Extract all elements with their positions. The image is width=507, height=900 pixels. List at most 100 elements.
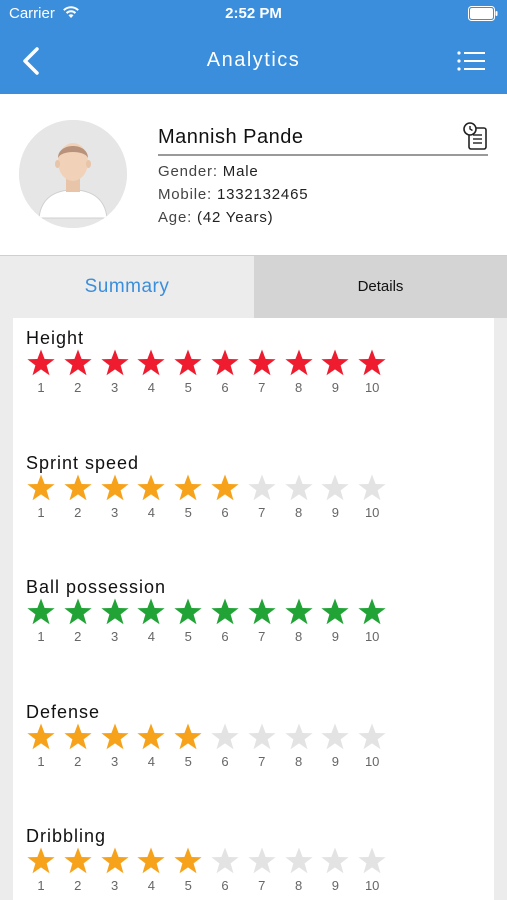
star-number: 1 — [37, 753, 45, 769]
star-cell[interactable]: 4 — [133, 846, 169, 900]
star-cell[interactable]: 7 — [244, 846, 280, 900]
star-rating[interactable]: 1 2 3 4 5 6 7 8 9 10 — [23, 722, 403, 792]
tab-summary[interactable]: Summary — [0, 256, 254, 318]
gender-row: Gender: Male — [158, 163, 259, 180]
star-empty-icon — [284, 847, 313, 874]
star-cell[interactable]: 6 — [207, 722, 243, 792]
document-clock-icon[interactable] — [462, 121, 490, 151]
skill-rating-row: Height 1 2 3 4 5 6 7 8 9 10 — [13, 328, 494, 438]
star-cell[interactable]: 7 — [244, 348, 280, 418]
star-cell[interactable]: 1 — [23, 348, 59, 418]
star-filled-icon — [211, 349, 239, 376]
star-cell[interactable]: 3 — [97, 597, 133, 667]
skill-rating-row: Sprint speed 1 2 3 4 5 6 7 8 9 10 — [13, 453, 494, 563]
star-cell[interactable]: 4 — [133, 722, 169, 792]
star-cell[interactable]: 2 — [60, 473, 96, 543]
star-number: 6 — [221, 504, 229, 520]
ratings-scroll-area[interactable]: Height 1 2 3 4 5 6 7 8 9 10 Sprint speed 1 2 3 4 5 6 7 8 9 10… — [0, 318, 507, 900]
user-avatar-icon — [19, 120, 127, 228]
star-cell[interactable]: 8 — [281, 597, 317, 667]
star-cell[interactable]: 2 — [60, 348, 96, 418]
star-cell[interactable]: 2 — [60, 597, 96, 667]
star-cell[interactable]: 1 — [23, 722, 59, 792]
star-cell[interactable]: 7 — [244, 473, 280, 543]
star-filled-icon — [321, 598, 349, 625]
age-label: Age: — [158, 209, 193, 226]
star-cell[interactable]: 4 — [133, 348, 169, 418]
star-cell[interactable]: 3 — [97, 348, 133, 418]
star-number: 6 — [221, 878, 229, 894]
list-menu-icon[interactable] — [457, 49, 487, 73]
star-cell[interactable]: 1 — [23, 473, 59, 543]
star-cell[interactable]: 10 — [354, 348, 390, 418]
star-empty-icon — [248, 723, 276, 749]
star-cell[interactable]: 10 — [354, 473, 390, 543]
star-cell[interactable]: 6 — [207, 348, 243, 418]
star-cell[interactable]: 10 — [354, 597, 390, 667]
star-number: 6 — [221, 629, 229, 645]
star-cell[interactable]: 7 — [244, 722, 280, 792]
star-cell[interactable]: 5 — [170, 722, 206, 792]
star-cell[interactable]: 8 — [281, 348, 317, 418]
star-rating[interactable]: 1 2 3 4 5 6 7 8 9 10 — [23, 597, 403, 667]
star-rating[interactable]: 1 2 3 4 5 6 7 8 9 10 — [23, 846, 403, 900]
star-empty-icon — [248, 474, 276, 500]
star-cell[interactable]: 1 — [23, 597, 59, 667]
star-filled-icon — [248, 349, 276, 376]
status-bar: Carrier 2:52 PM — [0, 0, 507, 28]
star-cell[interactable]: 4 — [133, 597, 169, 667]
star-cell[interactable]: 6 — [207, 597, 243, 667]
star-number: 7 — [258, 878, 266, 894]
star-cell[interactable]: 2 — [60, 722, 96, 792]
star-empty-icon — [321, 723, 349, 749]
star-rating[interactable]: 1 2 3 4 5 6 7 8 9 10 — [23, 348, 403, 418]
star-cell[interactable]: 6 — [207, 846, 243, 900]
star-cell[interactable]: 9 — [317, 473, 353, 543]
star-cell[interactable]: 5 — [170, 348, 206, 418]
star-filled-icon — [137, 349, 165, 376]
star-cell[interactable]: 10 — [354, 722, 390, 792]
star-cell[interactable]: 10 — [354, 846, 390, 900]
star-cell[interactable]: 1 — [23, 846, 59, 900]
skill-rating-row: Defense 1 2 3 4 5 6 7 8 9 10 — [13, 702, 494, 812]
gender-label: Gender: — [158, 163, 218, 180]
star-cell[interactable]: 4 — [133, 473, 169, 543]
star-cell[interactable]: 9 — [317, 846, 353, 900]
avatar — [19, 120, 127, 228]
star-rating[interactable]: 1 2 3 4 5 6 7 8 9 10 — [23, 473, 403, 543]
profile-name: Mannish Pande — [158, 126, 304, 148]
star-cell[interactable]: 8 — [281, 722, 317, 792]
star-number: 1 — [37, 380, 45, 395]
star-number: 10 — [364, 629, 380, 645]
star-cell[interactable]: 9 — [317, 722, 353, 792]
status-time: 2:52 PM — [225, 5, 282, 22]
star-cell[interactable]: 9 — [317, 597, 353, 667]
star-cell[interactable]: 5 — [170, 846, 206, 900]
star-cell[interactable]: 2 — [60, 846, 96, 900]
star-cell[interactable]: 5 — [170, 473, 206, 543]
star-cell[interactable]: 3 — [97, 722, 133, 792]
star-number: 4 — [147, 629, 155, 645]
tab-details[interactable]: Details — [254, 256, 507, 318]
skill-label: Defense — [26, 701, 101, 722]
star-number: 10 — [364, 380, 380, 395]
star-filled-icon — [64, 474, 92, 500]
star-cell[interactable]: 3 — [97, 473, 133, 543]
skill-label: Height — [26, 328, 85, 348]
star-number: 4 — [147, 878, 155, 894]
star-cell[interactable]: 9 — [317, 348, 353, 418]
skill-label: Sprint speed — [26, 452, 140, 473]
star-number: 10 — [364, 878, 380, 894]
star-cell[interactable]: 5 — [170, 597, 206, 667]
star-cell[interactable]: 7 — [244, 597, 280, 667]
profile-header: Mannish Pande Gender: Male Mobile: 13321… — [0, 94, 507, 256]
star-number: 9 — [331, 629, 339, 645]
star-filled-icon — [284, 598, 313, 625]
star-cell[interactable]: 6 — [207, 473, 243, 543]
star-number: 8 — [294, 753, 303, 769]
star-cell[interactable]: 8 — [281, 473, 317, 543]
star-cell[interactable]: 8 — [281, 846, 317, 900]
star-cell[interactable]: 3 — [97, 846, 133, 900]
star-number: 3 — [110, 629, 119, 645]
star-filled-icon — [174, 598, 202, 625]
